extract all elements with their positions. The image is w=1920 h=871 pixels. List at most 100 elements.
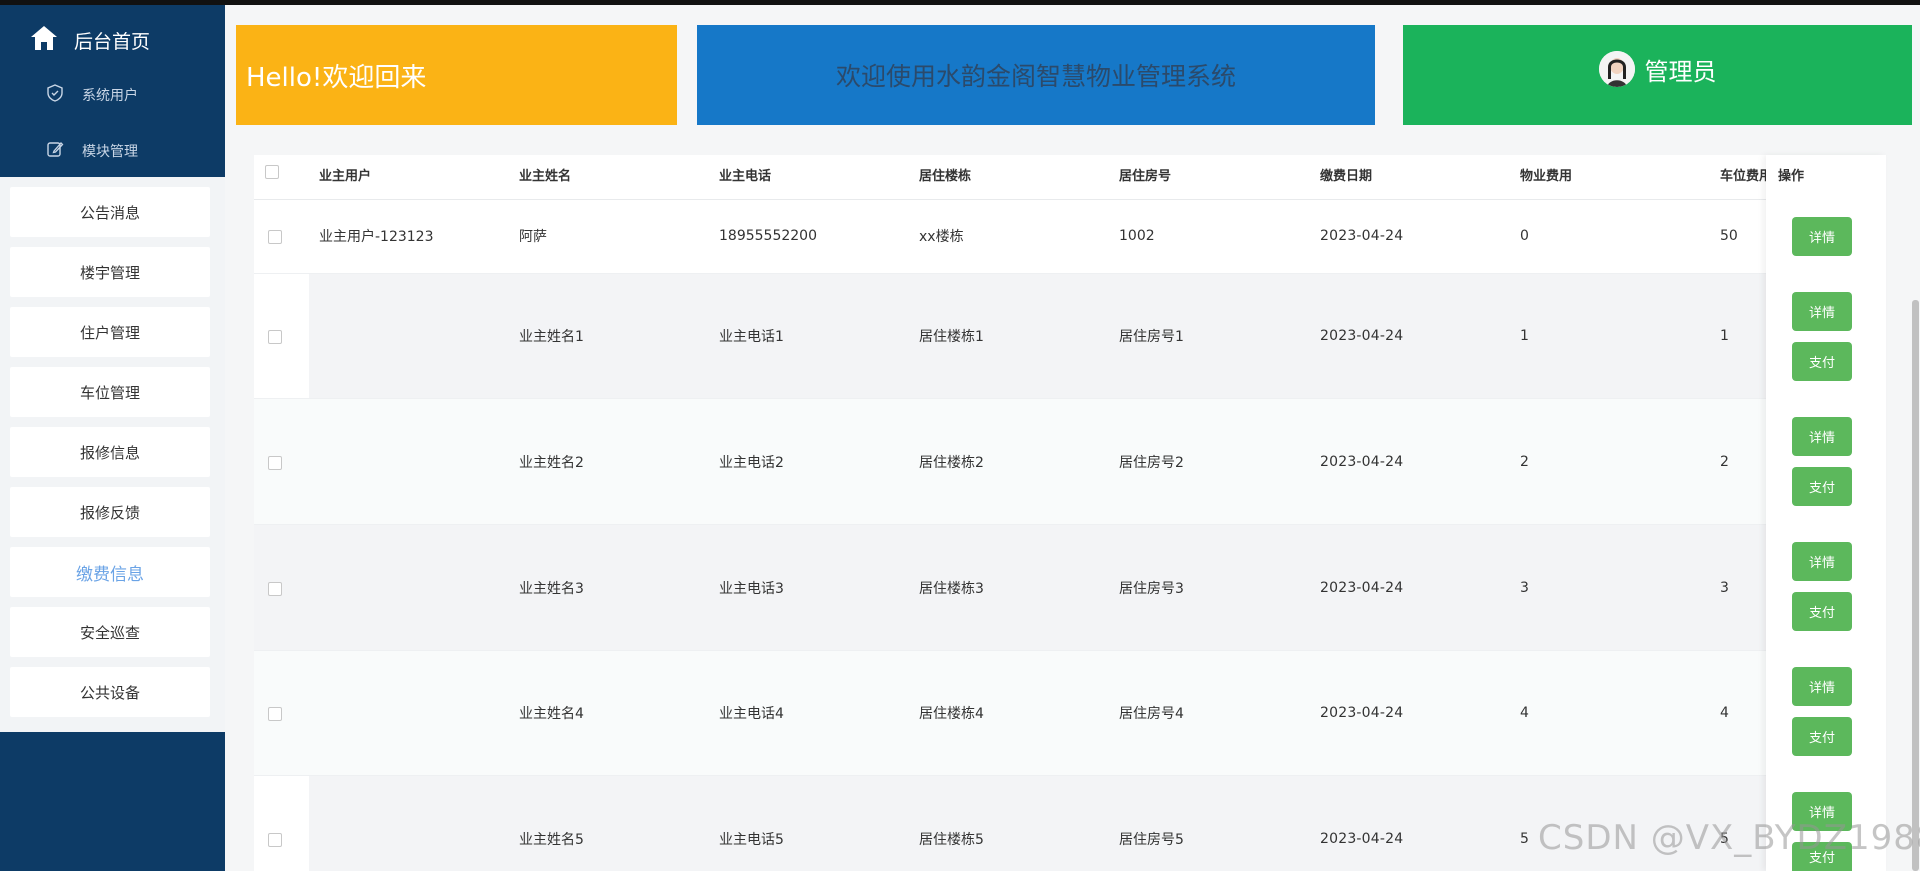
cell-parking-fee: 50 [1720, 228, 1738, 244]
menu-item-payments[interactable]: 缴费信息 [10, 547, 210, 597]
cell-property-fee: 2 [1520, 454, 1529, 470]
cell-room: 居住房号3 [1119, 581, 1184, 597]
hello-card: Hello!欢迎回来 [236, 25, 677, 125]
detail-button[interactable]: 详情 [1792, 667, 1852, 706]
table-row: 业主姓名3 业主电话3 居住楼栋3 居住房号3 2023-04-24 3 3 [254, 525, 1886, 651]
detail-button[interactable]: 详情 [1792, 542, 1852, 581]
cell-property-fee: 4 [1520, 705, 1529, 721]
cell-building: 居住楼栋5 [919, 832, 984, 848]
cell-owner-phone: 业主电话1 [719, 329, 784, 345]
cell-owner-phone: 业主电话5 [719, 832, 784, 848]
column-header: 居住楼栋 [919, 169, 972, 184]
cell-parking-fee: 4 [1720, 705, 1729, 721]
avatar [1598, 51, 1635, 87]
menu-item-repairs[interactable]: 报修信息 [10, 427, 210, 477]
cell-parking-fee: 1 [1720, 328, 1729, 344]
sidebar-home-link[interactable]: 后台首页 [28, 20, 150, 60]
cell-owner-phone: 业主电话4 [719, 706, 784, 722]
table-row: 业主姓名2 业主电话2 居住楼栋2 居住房号2 2023-04-24 2 2 [254, 399, 1886, 525]
cell-date: 2023-04-24 [1320, 705, 1404, 721]
edit-icon [46, 140, 64, 162]
column-header: 操作 [1778, 169, 1805, 184]
sidebar-item-system-users[interactable]: 系统用户 [46, 84, 138, 106]
cell-building: 居住楼栋2 [919, 455, 984, 471]
sidebar-item-label: 系统用户 [82, 88, 138, 104]
sidebar-header: 后台首页 系统用户 模块管理 [0, 5, 225, 177]
sidebar-item-modules[interactable]: 模块管理 [46, 140, 138, 162]
actions-column: 操作 详情 详情 支付 详情 支付 详情 支付 详情 支付 详情 支付 [1766, 155, 1886, 871]
table-row: 业主姓名4 业主电话4 居住楼栋4 居住房号4 2023-04-24 4 4 [254, 651, 1886, 776]
cell-parking-fee: 3 [1720, 580, 1729, 596]
row-checkbox[interactable] [268, 833, 282, 847]
column-header: 物业费用 [1520, 169, 1573, 184]
welcome-text: 欢迎使用水韵金阁智慧物业管理系统 [835, 62, 1236, 91]
column-header: 居住房号 [1119, 169, 1172, 184]
cell-date: 2023-04-24 [1320, 228, 1404, 244]
row-checkbox[interactable] [268, 230, 282, 244]
cell-owner-user: 业主用户-123123 [319, 229, 434, 245]
vertical-scrollbar[interactable] [1912, 300, 1919, 871]
cell-building: xx楼栋 [919, 229, 964, 245]
cell-owner-name: 业主姓名2 [519, 455, 584, 471]
cell-property-fee: 1 [1520, 328, 1529, 344]
cell-property-fee: 0 [1520, 228, 1529, 244]
cell-room: 1002 [1119, 228, 1155, 244]
sidebar-item-label: 模块管理 [82, 144, 138, 160]
cell-owner-name: 业主姓名4 [519, 706, 584, 722]
row-checkbox[interactable] [268, 330, 282, 344]
welcome-card: 欢迎使用水韵金阁智慧物业管理系统 [697, 25, 1375, 125]
pay-button[interactable]: 支付 [1792, 717, 1852, 756]
shield-icon [46, 84, 64, 106]
home-label: 后台首页 [74, 30, 151, 53]
detail-button[interactable]: 详情 [1792, 217, 1852, 256]
cell-owner-name: 业主姓名3 [519, 581, 584, 597]
detail-button[interactable]: 详情 [1792, 292, 1852, 331]
row-checkbox[interactable] [268, 456, 282, 470]
cell-room: 居住房号2 [1119, 455, 1184, 471]
menu-item-notices[interactable]: 公告消息 [10, 187, 210, 237]
row-checkbox[interactable] [268, 707, 282, 721]
cell-parking-fee: 2 [1720, 454, 1729, 470]
top-border [0, 0, 1920, 5]
cell-room: 居住房号4 [1119, 706, 1184, 722]
watermark: CSDN @VX_BYDZ1988 [1538, 818, 1920, 858]
cell-owner-phone: 18955552200 [719, 228, 817, 244]
cell-date: 2023-04-24 [1320, 328, 1404, 344]
cell-date: 2023-04-24 [1320, 580, 1404, 596]
cell-owner-name: 业主姓名5 [519, 832, 584, 848]
column-header: 业主用户 [319, 169, 372, 184]
column-header: 缴费日期 [1320, 169, 1373, 184]
table-row: 业主用户-123123 阿萨 18955552200 xx楼栋 1002 202… [254, 199, 1886, 274]
menu-item-facilities[interactable]: 公共设备 [10, 667, 210, 717]
admin-name: 管理员 [1644, 57, 1717, 86]
cell-building: 居住楼栋4 [919, 706, 984, 722]
cell-building: 居住楼栋1 [919, 329, 984, 345]
cell-date: 2023-04-24 [1320, 831, 1404, 847]
menu-item-buildings[interactable]: 楼宇管理 [10, 247, 210, 297]
cell-owner-phone: 业主电话3 [719, 581, 784, 597]
row-checkbox[interactable] [268, 582, 282, 596]
cell-property-fee: 3 [1520, 580, 1529, 596]
pay-button[interactable]: 支付 [1792, 467, 1852, 506]
sidebar-menu: 公告消息 楼宇管理 住户管理 车位管理 报修信息 报修反馈 缴费信息 安全巡查 … [0, 177, 225, 732]
column-header: 车位费用 [1720, 169, 1773, 184]
payment-table: 业主用户 业主姓名 业主电话 居住楼栋 居住房号 缴费日期 物业费用 车位费用 … [254, 155, 1886, 871]
menu-item-patrol[interactable]: 安全巡查 [10, 607, 210, 657]
admin-card[interactable]: 管理员 [1403, 25, 1912, 125]
cell-owner-name: 业主姓名1 [519, 329, 584, 345]
cell-building: 居住楼栋3 [919, 581, 984, 597]
cell-room: 居住房号1 [1119, 329, 1184, 345]
menu-item-parking[interactable]: 车位管理 [10, 367, 210, 417]
hello-text: Hello!欢迎回来 [246, 62, 427, 93]
menu-item-residents[interactable]: 住户管理 [10, 307, 210, 357]
select-all-checkbox[interactable] [265, 165, 279, 179]
home-icon [28, 22, 60, 59]
column-header: 业主姓名 [519, 169, 572, 184]
pay-button[interactable]: 支付 [1792, 592, 1852, 631]
pay-button[interactable]: 支付 [1792, 342, 1852, 381]
cell-property-fee: 5 [1520, 831, 1529, 847]
cell-date: 2023-04-24 [1320, 454, 1404, 470]
detail-button[interactable]: 详情 [1792, 417, 1852, 456]
menu-item-repair-feedback[interactable]: 报修反馈 [10, 487, 210, 537]
cell-owner-name: 阿萨 [519, 229, 547, 245]
